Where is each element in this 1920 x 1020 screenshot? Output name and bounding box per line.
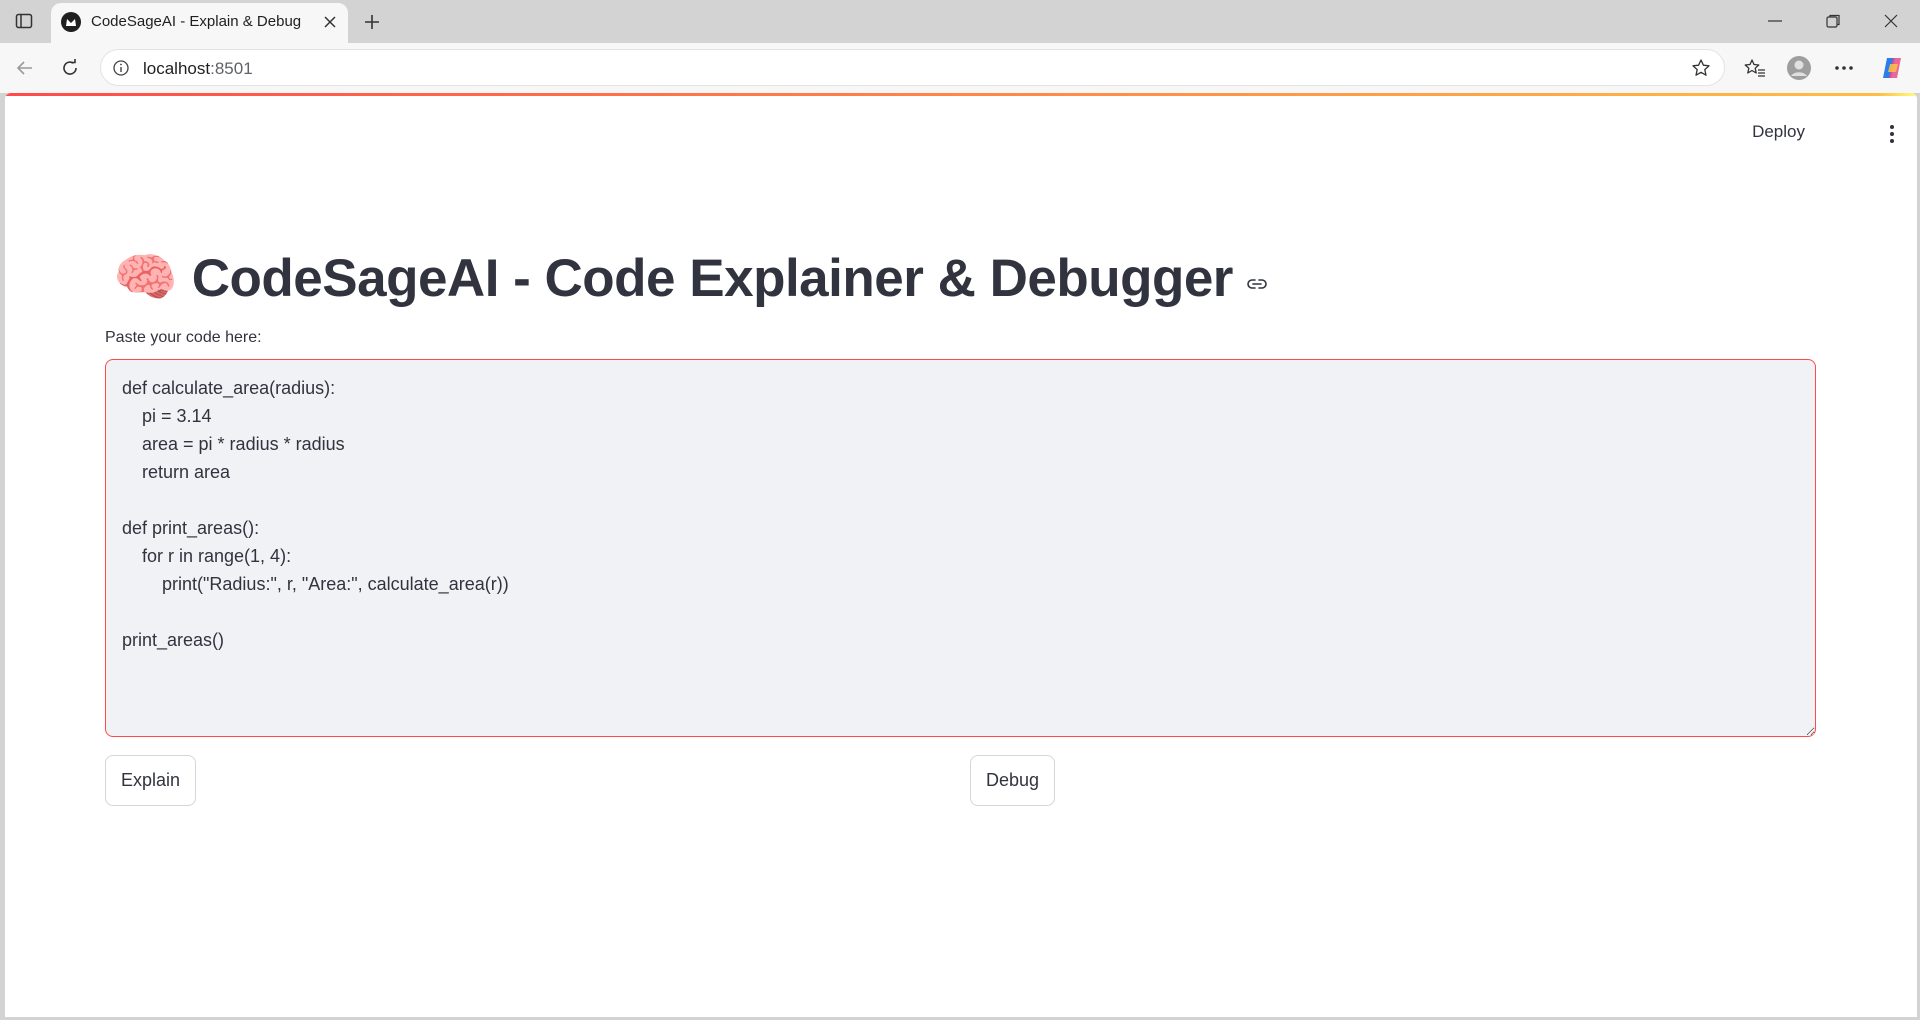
favorites-icon[interactable] [1741,54,1769,82]
link-icon[interactable] [1245,272,1269,296]
tab-strip: CodeSageAI - Explain & Debug [0,0,1920,43]
tab-title: CodeSageAI - Explain & Debug [91,13,302,30]
favicon [61,12,81,32]
url-host: localhost [143,59,211,78]
page-title: CodeSageAI - Code Explainer & Debugger [191,248,1234,308]
explain-button[interactable]: Explain [105,755,197,806]
restore-icon[interactable] [1810,6,1856,36]
reload-icon[interactable] [56,54,84,82]
copilot-icon[interactable] [1878,54,1906,82]
deploy-button[interactable]: Deploy [1744,118,1813,146]
code-input[interactable]: def calculate_area(radius): pi = 3.14 ar… [105,359,1816,737]
plus-icon[interactable] [358,8,386,36]
kebab-menu-icon[interactable] [1875,117,1909,151]
info-icon[interactable] [111,58,131,78]
address-bar[interactable]: localhost:8501 [100,49,1725,86]
streamlit-app: Deploy 🧠 CodeSageAI - Code Explainer & D… [5,93,1917,1017]
url-text: localhost:8501 [143,59,253,79]
header: 🧠 CodeSageAI - Code Explainer & Debugger [113,238,1269,318]
minimize-icon[interactable] [1752,6,1798,36]
debug-button[interactable]: Debug [970,755,1056,806]
close-icon[interactable] [320,12,340,32]
back-icon[interactable] [11,54,39,82]
browser-tab[interactable]: CodeSageAI - Explain & Debug [51,3,348,43]
url-port: :8501 [210,59,253,78]
star-icon[interactable] [1690,57,1712,79]
decoration-bar [5,93,1917,96]
more-icon[interactable] [1830,54,1858,82]
window-close-icon[interactable] [1868,6,1914,36]
code-input-label: Paste your code here: [105,329,262,346]
brain-emoji: 🧠 [113,249,178,307]
sidebar-toggle-icon[interactable] [12,9,36,33]
profile-icon[interactable] [1785,54,1813,82]
browser-toolbar: localhost:8501 [0,43,1920,93]
